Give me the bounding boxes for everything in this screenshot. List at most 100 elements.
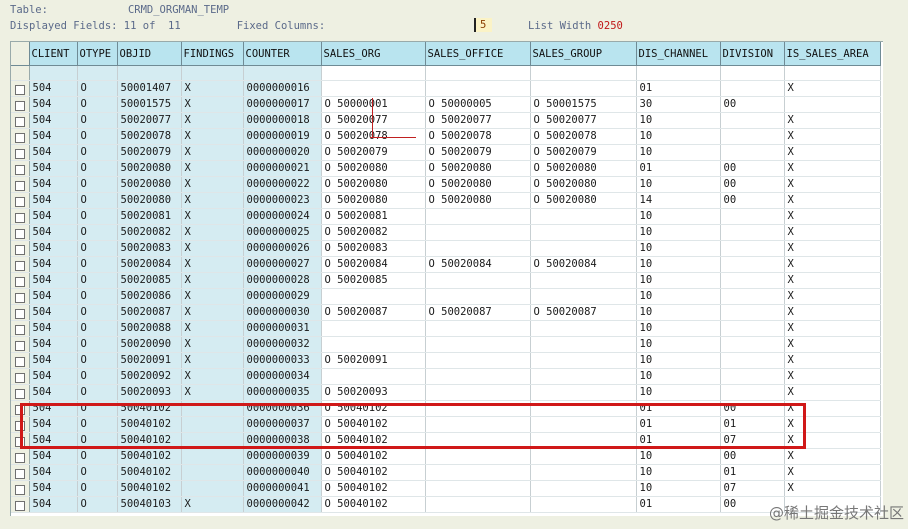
cell-findings[interactable]: X	[181, 160, 244, 177]
cell-sales-office[interactable]	[425, 336, 531, 353]
cell-sales-org[interactable]: O 50020081	[321, 208, 426, 225]
column-header-sales-office[interactable]: SALES_OFFICE	[425, 42, 531, 66]
cell-sales-office[interactable]	[425, 432, 531, 449]
cell-objid[interactable]: 50001407	[117, 80, 182, 97]
cell-sales-office[interactable]	[425, 240, 531, 257]
cell-division[interactable]: 01	[720, 464, 785, 481]
cell-sales-group[interactable]	[530, 416, 637, 433]
cell-sales-office[interactable]: O 50020084	[425, 256, 531, 273]
cell-sales-group[interactable]: O 50001575	[530, 96, 637, 113]
column-header-division[interactable]: DIVISION	[720, 42, 785, 66]
cell-client[interactable]: 504	[29, 448, 78, 465]
table-row[interactable]: 504 O 50020083 X 0000000026 O 50020083 10 X	[11, 240, 881, 257]
cell-objid[interactable]: 50020081	[117, 208, 182, 225]
column-header-counter[interactable]: COUNTER	[243, 42, 322, 66]
cell-dis-channel[interactable]: 10	[636, 320, 721, 337]
cell-findings[interactable]: X	[181, 352, 244, 369]
cell-objid[interactable]: 50020084	[117, 256, 182, 273]
cell-otype[interactable]: O	[77, 352, 118, 369]
cell-client[interactable]: 504	[29, 480, 78, 497]
cell-findings[interactable]: X	[181, 128, 244, 145]
cell-findings[interactable]: X	[181, 368, 244, 385]
cell-is-sales-area[interactable]: X	[784, 128, 881, 145]
cell-dis-channel[interactable]: 10	[636, 384, 721, 401]
cell-client[interactable]: 504	[29, 464, 78, 481]
cell-is-sales-area[interactable]: X	[784, 368, 881, 385]
cell-objid[interactable]: 50020085	[117, 272, 182, 289]
cell-sales-org[interactable]: O 50040102	[321, 496, 426, 513]
cell-sales-office[interactable]	[425, 400, 531, 417]
cell-client[interactable]: 504	[29, 352, 78, 369]
cell-otype[interactable]: O	[77, 496, 118, 513]
cell-is-sales-area[interactable]: X	[784, 480, 881, 497]
cell-client[interactable]: 504	[29, 128, 78, 145]
cell-dis-channel[interactable]: 10	[636, 144, 721, 161]
cell-sales-org[interactable]: O 50020087	[321, 304, 426, 321]
cell-is-sales-area[interactable]: X	[784, 160, 881, 177]
cell-objid[interactable]: 50020087	[117, 304, 182, 321]
row-select-checkbox[interactable]	[15, 148, 25, 159]
cell-sales-org[interactable]: O 50020085	[321, 272, 426, 289]
cell-sales-office[interactable]	[425, 480, 531, 497]
cell-objid[interactable]: 50040102	[117, 464, 182, 481]
cell-otype[interactable]: O	[77, 96, 118, 113]
cell-is-sales-area[interactable]: X	[784, 464, 881, 481]
cell-dis-channel[interactable]: 01	[636, 432, 721, 449]
row-select-checkbox[interactable]	[15, 84, 25, 95]
table-row[interactable]: 504 O 50020086 X 0000000029 10 X	[11, 288, 881, 305]
cell-dis-channel[interactable]: 10	[636, 304, 721, 321]
column-header-is-sales-area[interactable]: IS_SALES_AREA	[784, 42, 881, 66]
row-select-checkbox[interactable]	[15, 164, 25, 175]
cell-client[interactable]: 504	[29, 416, 78, 433]
cell-findings[interactable]: X	[181, 384, 244, 401]
row-select-checkbox[interactable]	[15, 292, 25, 303]
cell-dis-channel[interactable]: 10	[636, 480, 721, 497]
cell-division[interactable]: 01	[720, 416, 785, 433]
cell-findings[interactable]: X	[181, 80, 244, 97]
row-select-checkbox[interactable]	[15, 196, 25, 207]
cell-is-sales-area[interactable]: X	[784, 224, 881, 241]
row-select-checkbox[interactable]	[15, 340, 25, 351]
cell-dis-channel[interactable]: 10	[636, 272, 721, 289]
row-select-checkbox[interactable]	[15, 388, 25, 399]
cell-is-sales-area[interactable]: X	[784, 288, 881, 305]
cell-sales-office[interactable]: O 50020080	[425, 192, 531, 209]
cell-findings[interactable]: X	[181, 96, 244, 113]
cell-division[interactable]	[720, 128, 785, 145]
table-row[interactable]: 504 O 50020077 X 0000000018 O 50020077 O 50020…	[11, 112, 881, 129]
cell-sales-org[interactable]: O 50020080	[321, 192, 426, 209]
cell-sales-office[interactable]: O 50020080	[425, 160, 531, 177]
cell-division[interactable]	[720, 144, 785, 161]
table-row[interactable]: 504 O 50020084 X 0000000027 O 50020084 O 50020…	[11, 256, 881, 273]
cell-division[interactable]	[720, 384, 785, 401]
cell-counter[interactable]: 0000000028	[243, 272, 322, 289]
cell-otype[interactable]: O	[77, 400, 118, 417]
cell-sales-org[interactable]: O 50040102	[321, 400, 426, 417]
cell-objid[interactable]: 50020083	[117, 240, 182, 257]
column-header-otype[interactable]: OTYPE	[77, 42, 118, 66]
cell-division[interactable]	[720, 112, 785, 129]
cell-sales-group[interactable]	[530, 208, 637, 225]
cell-sales-group[interactable]	[530, 80, 637, 97]
row-select-checkbox[interactable]	[15, 436, 25, 447]
cell-otype[interactable]: O	[77, 448, 118, 465]
row-select-checkbox[interactable]	[15, 468, 25, 479]
cell-otype[interactable]: O	[77, 384, 118, 401]
cell-objid[interactable]: 50020092	[117, 368, 182, 385]
cell-otype[interactable]: O	[77, 368, 118, 385]
cell-is-sales-area[interactable]: X	[784, 256, 881, 273]
cell-is-sales-area[interactable]: X	[784, 80, 881, 97]
cell-counter[interactable]: 0000000030	[243, 304, 322, 321]
cell-dis-channel[interactable]: 10	[636, 448, 721, 465]
cell-otype[interactable]: O	[77, 288, 118, 305]
cell-sales-group[interactable]	[530, 400, 637, 417]
cell-counter[interactable]: 0000000037	[243, 416, 322, 433]
cell-client[interactable]: 504	[29, 96, 78, 113]
cell-sales-group[interactable]: O 50020079	[530, 144, 637, 161]
cell-sales-office[interactable]	[425, 320, 531, 337]
column-header-client[interactable]: CLIENT	[29, 42, 78, 66]
table-row[interactable]: 504 O 50040102 0000000039 O 50040102 10 00 X	[11, 448, 881, 465]
cell-findings[interactable]: X	[181, 288, 244, 305]
row-select-checkbox[interactable]	[15, 132, 25, 143]
cell-objid[interactable]: 50040102	[117, 400, 182, 417]
